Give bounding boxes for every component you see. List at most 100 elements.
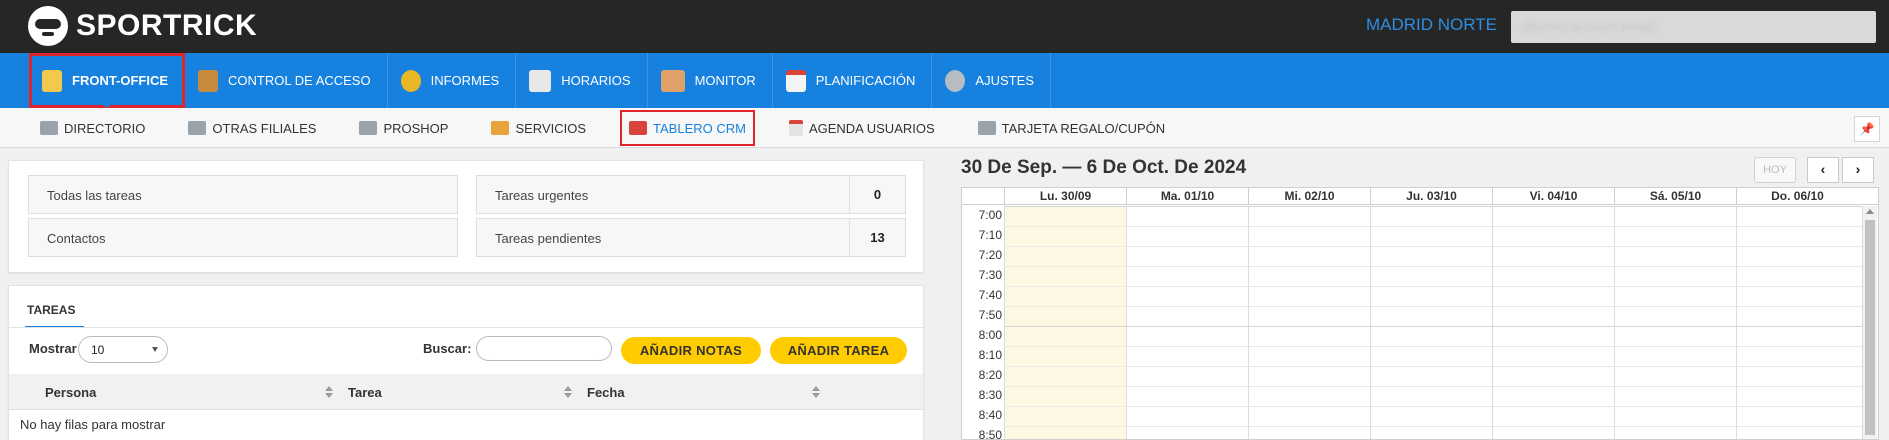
sub-nav-label: SERVICIOS — [515, 120, 587, 136]
crm-board-icon — [629, 121, 648, 135]
sub-nav-label: TARJETA REGALO/CUPÓN — [1001, 120, 1166, 136]
add-notes-button[interactable]: AÑADIR NOTAS — [621, 337, 761, 364]
people-icon — [660, 69, 685, 92]
stat-pending-tasks[interactable]: Tareas pendientes 13 — [476, 218, 906, 257]
calendar-slot-line — [1004, 366, 1874, 367]
sub-nav-tarjeta-regalo[interactable]: TARJETA REGALO/CUPÓN — [971, 112, 1173, 144]
calendar-time-label: 8:50 — [978, 428, 1002, 440]
sub-nav-label: AGENDA USUARIOS — [808, 120, 935, 136]
page-size-select[interactable]: 10 — [78, 336, 168, 363]
services-icon — [491, 121, 510, 135]
main-nav-label: AJUSTES — [975, 73, 1034, 88]
today-button[interactable]: HOY — [1754, 157, 1796, 183]
pin-icon: 📌 — [1859, 122, 1875, 136]
calendar-scrollbar[interactable] — [1862, 206, 1877, 439]
calendar-day-header-cell: Vi. 04/10 — [1492, 188, 1614, 205]
scrollbar-thumb[interactable] — [1865, 220, 1875, 435]
main-nav-control-de-acceso[interactable]: CONTROL DE ACCESO — [185, 53, 388, 108]
column-header-persona[interactable]: Persona — [45, 385, 96, 400]
calendar-time-grid[interactable]: 7:00 7:10 7:20 7:30 7:40 7:50 8:00 8:10 8:20 8:30… — [962, 206, 1878, 440]
stat-label: Tareas pendientes — [495, 231, 602, 246]
sub-nav-otras-filiales[interactable]: OTRAS FILIALES — [181, 112, 323, 144]
main-nav-monitor[interactable]: MONITOR — [648, 53, 773, 108]
main-nav-ajustes[interactable]: AJUSTES — [932, 53, 1051, 108]
sub-nav-directorio[interactable]: DIRECTORIO — [33, 112, 152, 144]
user-account-box[interactable]: (blurred account email) — [1511, 11, 1876, 43]
calendar-day-column[interactable] — [1614, 206, 1736, 439]
calendar-day-column[interactable] — [1370, 206, 1492, 439]
calendar-slot-line — [1004, 346, 1874, 347]
calendar-slot-line — [1004, 246, 1874, 247]
active-nav-pointer — [98, 100, 116, 108]
main-nav: FRONT-OFFICE CONTROL DE ACCESO INFORMES … — [0, 53, 1889, 108]
pie-chart-icon — [400, 69, 421, 92]
main-nav-planificacion[interactable]: PLANIFICACIÓN — [773, 53, 933, 108]
stat-label: Contactos — [47, 231, 106, 246]
calendar-time-label: 7:30 — [978, 268, 1002, 282]
column-header-tarea[interactable]: Tarea — [348, 385, 382, 400]
calendar-slot-line — [1004, 266, 1874, 267]
logo[interactable]: SPORTRICK — [28, 5, 257, 47]
gift-card-icon — [977, 121, 996, 135]
calendar-day-header-cell: Lu. 30/09 — [1004, 188, 1126, 205]
page-size-label: Mostrar — [29, 341, 77, 356]
calendar-day-column-today[interactable] — [1004, 206, 1126, 439]
page-size-value: 10 — [91, 343, 105, 357]
tab-tareas[interactable]: TAREAS — [25, 303, 84, 328]
main-nav-label: MONITOR — [694, 73, 756, 88]
search-input[interactable] — [476, 336, 612, 361]
calendar-day-header-cell: Mi. 02/10 — [1248, 188, 1370, 205]
access-control-icon — [198, 69, 219, 92]
calendar-title: 30 De Sep. — 6 De Oct. De 2024 — [961, 157, 1247, 178]
add-task-button[interactable]: AÑADIR TAREA — [770, 337, 907, 364]
pin-button[interactable]: 📌 — [1854, 116, 1880, 142]
calendar-day-column[interactable] — [1126, 206, 1248, 439]
main-nav-horarios[interactable]: HORARIOS — [516, 53, 648, 108]
stat-urgent-tasks[interactable]: Tareas urgentes 0 — [476, 175, 906, 214]
main-nav-label: PLANIFICACIÓN — [815, 73, 916, 88]
main-nav-label: INFORMES — [430, 73, 500, 88]
tasks-panel: TAREAS Mostrar 10 Buscar: AÑADIR NOTAS A… — [8, 285, 924, 440]
scroll-up-icon[interactable] — [1866, 209, 1874, 214]
sub-nav-servicios[interactable]: SERVICIOS — [484, 112, 593, 144]
stat-all-tasks[interactable]: Todas las tareas — [28, 175, 458, 214]
chevron-down-icon — [152, 347, 158, 352]
sub-nav-tablero-crm[interactable]: TABLERO CRM — [620, 110, 755, 146]
next-week-button[interactable]: › — [1842, 157, 1874, 183]
sub-nav-label: OTRAS FILIALES — [212, 120, 317, 136]
calendar-time-label: 8:20 — [978, 368, 1002, 382]
directory-icon — [40, 121, 58, 135]
main-nav-label: FRONT-OFFICE — [72, 73, 169, 88]
calendar-day-header-cell: Ju. 03/10 — [1370, 188, 1492, 205]
calendar-slot-line — [1004, 386, 1874, 387]
stat-value: 0 — [849, 176, 905, 213]
user-icon — [42, 69, 62, 92]
stat-contacts[interactable]: Contactos — [28, 218, 458, 257]
sort-icon[interactable] — [812, 386, 820, 398]
calendar-day-column[interactable] — [1492, 206, 1614, 439]
calendar-slot-line — [1004, 326, 1874, 327]
main-nav-label: HORARIOS — [561, 73, 631, 88]
sub-nav-proshop[interactable]: PROSHOP — [352, 112, 455, 144]
sub-nav-label: TABLERO CRM — [653, 120, 746, 136]
sub-nav-label: PROSHOP — [383, 120, 449, 136]
top-bar: SPORTRICK MADRID NORTE (blurred account … — [0, 0, 1889, 53]
sub-nav-agenda-usuarios[interactable]: AGENDA USUARIOS — [782, 112, 942, 144]
calendar-slot-line — [1004, 286, 1874, 287]
prev-week-button[interactable]: ‹ — [1807, 157, 1839, 183]
sort-icon[interactable] — [564, 386, 572, 398]
sort-icon[interactable] — [325, 386, 333, 398]
calendar-time-label: 7:50 — [978, 308, 1002, 322]
calendar-slot-line — [1004, 206, 1874, 207]
gear-icon — [945, 69, 966, 92]
calendar-slot-line — [1004, 226, 1874, 227]
chevron-right-icon: › — [1855, 161, 1861, 177]
calendar-day-column[interactable] — [1248, 206, 1370, 439]
calendar-day-column[interactable] — [1736, 206, 1858, 439]
agenda-icon — [788, 120, 803, 136]
main-nav-informes[interactable]: INFORMES — [388, 53, 517, 108]
column-header-fecha[interactable]: Fecha — [587, 385, 625, 400]
center-selector[interactable]: MADRID NORTE — [1366, 15, 1497, 35]
calendar-slot-line — [1004, 306, 1874, 307]
user-email: (blurred account email) — [1523, 19, 1656, 34]
